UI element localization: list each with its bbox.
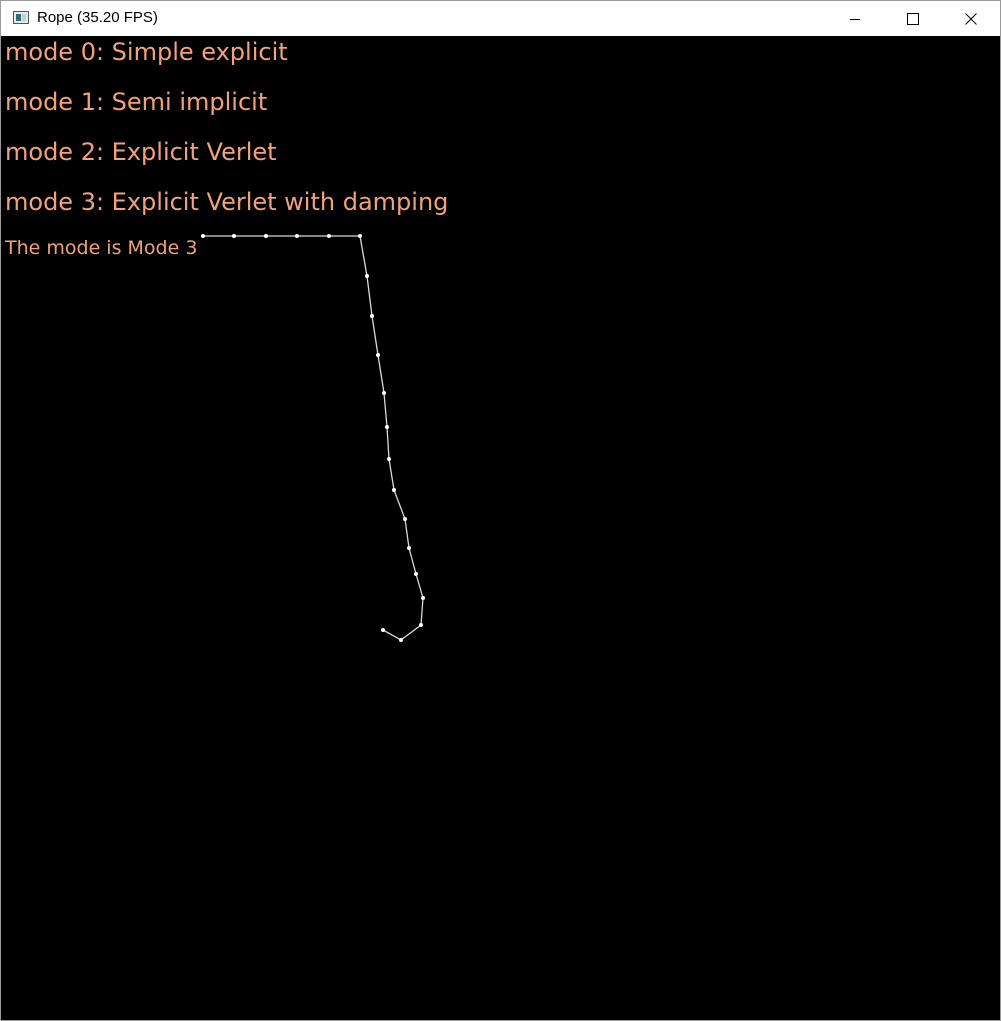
- rope-nodes: [201, 234, 425, 642]
- rope-node: [381, 628, 385, 632]
- close-icon: [965, 12, 977, 25]
- rope-node: [414, 572, 418, 576]
- maximize-button[interactable]: [890, 1, 936, 36]
- rope-node: [387, 457, 391, 461]
- rope-node: [264, 234, 268, 238]
- rope-node: [358, 234, 362, 238]
- rope-node: [399, 638, 403, 642]
- title-bar[interactable]: Rope (35.20 FPS): [1, 1, 1000, 36]
- maximize-icon: [907, 12, 919, 25]
- rope-node: [421, 596, 425, 600]
- minimize-button[interactable]: [832, 1, 878, 36]
- close-button[interactable]: [948, 1, 994, 36]
- rope-node: [392, 488, 396, 492]
- application-window-icon: [13, 11, 29, 24]
- rope-node: [419, 623, 423, 627]
- app-window: Rope (35.20 FPS) mode 0: Simple explicit…: [0, 0, 1001, 1021]
- rope-node: [382, 391, 386, 395]
- rope-node: [295, 234, 299, 238]
- rope-node: [370, 314, 374, 318]
- rope-node: [407, 546, 411, 550]
- rope-line: [203, 235, 424, 641]
- rope-node: [327, 234, 331, 238]
- window-title: Rope (35.20 FPS): [37, 9, 158, 26]
- rope-node: [232, 234, 236, 238]
- rope-simulation: [201, 234, 425, 642]
- rope-node: [365, 274, 369, 278]
- rope-node: [201, 234, 205, 238]
- simulation-canvas[interactable]: mode 0: Simple explicit mode 1: Semi imp…: [1, 36, 1000, 1020]
- rope-node: [403, 517, 407, 521]
- minimize-icon: [850, 18, 860, 20]
- rope-node: [385, 425, 389, 429]
- rope-node: [376, 353, 380, 357]
